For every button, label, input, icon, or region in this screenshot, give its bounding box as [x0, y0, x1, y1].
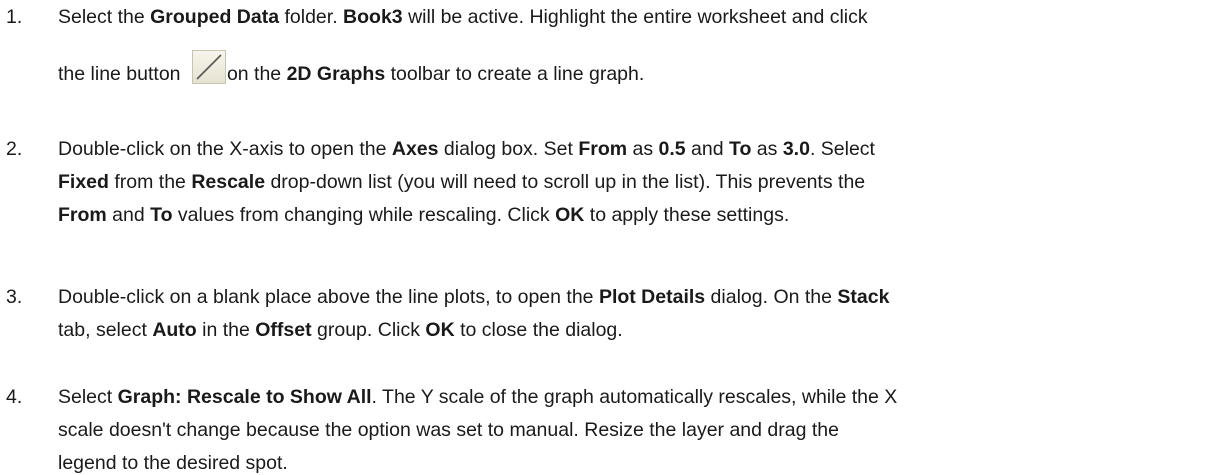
- text-run: as: [627, 138, 659, 160]
- step-text-line: From and To values from changing while r…: [58, 204, 789, 227]
- bold-term: Graph: Rescale to Show All: [117, 386, 372, 408]
- step-text-line: Double-click on a blank place above the …: [58, 286, 889, 309]
- text-run: legend to the desired spot.: [58, 452, 288, 474]
- bold-term: Offset: [255, 319, 312, 341]
- bold-term: Rescale: [191, 171, 266, 193]
- text-run: and: [106, 204, 151, 226]
- text-run: as: [751, 138, 783, 160]
- bold-term: 3.0: [782, 138, 810, 160]
- line-graph-button-icon: [191, 50, 226, 84]
- step-text-line: legend to the desired spot.: [58, 452, 288, 475]
- step-text-line: Select Graph: Rescale to Show All. The Y…: [58, 386, 897, 409]
- step-text-line: scale doesn't change because the option …: [58, 419, 839, 442]
- bold-term: From: [578, 138, 628, 160]
- text-run: . Select: [809, 138, 875, 160]
- text-run: dialog. On the: [705, 286, 838, 308]
- bold-term: Auto: [152, 319, 197, 341]
- step-number: 1.: [6, 6, 23, 28]
- bold-term: Book3: [343, 6, 403, 28]
- bold-term: To: [729, 138, 752, 160]
- bold-term: To: [150, 204, 173, 226]
- bold-term: OK: [425, 319, 455, 341]
- text-run: scale doesn't change because the option …: [58, 419, 839, 441]
- text-run: tab, select: [58, 319, 153, 341]
- bold-term: 0.5: [658, 138, 686, 160]
- bold-term: Stack: [837, 286, 890, 308]
- step-number: 4.: [6, 386, 23, 408]
- text-run: values from changing while rescaling. Cl…: [172, 204, 556, 226]
- text-run: and: [685, 138, 729, 160]
- step-text-line: the line button on the 2D Graphs toolbar…: [58, 50, 644, 86]
- step-text-line: tab, select Auto in the Offset group. Cl…: [58, 319, 623, 342]
- text-run: from the: [108, 171, 192, 193]
- text-run: toolbar to create a line graph.: [385, 63, 645, 85]
- text-run: to close the dialog.: [454, 319, 623, 341]
- step-text-line: Double-click on the X-axis to open the A…: [58, 138, 875, 161]
- text-run: Select the: [58, 6, 151, 28]
- bold-term: 2D Graphs: [286, 63, 386, 85]
- step-text-line: Select the Grouped Data folder. Book3 wi…: [58, 6, 868, 29]
- text-run: on the: [226, 63, 287, 85]
- text-run: Double-click on the X-axis to open the: [58, 138, 392, 160]
- text-run: Select: [58, 386, 118, 408]
- text-run: . The Y scale of the graph automatically…: [371, 386, 898, 408]
- text-run: to apply these settings.: [584, 204, 790, 226]
- text-run: Double-click on a blank place above the …: [58, 286, 599, 308]
- text-run: in the: [196, 319, 256, 341]
- text-run: drop-down list (you will need to scroll …: [265, 171, 866, 193]
- instructions-document: 1. Select the Grouped Data folder. Book3 …: [0, 0, 1210, 474]
- step-text-line: Fixed from the Rescale drop-down list (y…: [58, 171, 865, 194]
- text-run: dialog box. Set: [438, 138, 579, 160]
- bold-term: Fixed: [58, 171, 109, 193]
- bold-term: OK: [555, 204, 585, 226]
- text-run: group. Click: [311, 319, 426, 341]
- text-run: the line button: [58, 63, 186, 85]
- bold-term: Plot Details: [598, 286, 706, 308]
- step-number: 2.: [6, 138, 23, 160]
- text-run: folder.: [279, 6, 344, 28]
- text-run: will be active. Highlight the entire wor…: [402, 6, 868, 28]
- step-number: 3.: [6, 286, 23, 308]
- bold-term: Grouped Data: [150, 6, 280, 28]
- bold-term: From: [58, 204, 107, 226]
- bold-term: Axes: [391, 138, 439, 160]
